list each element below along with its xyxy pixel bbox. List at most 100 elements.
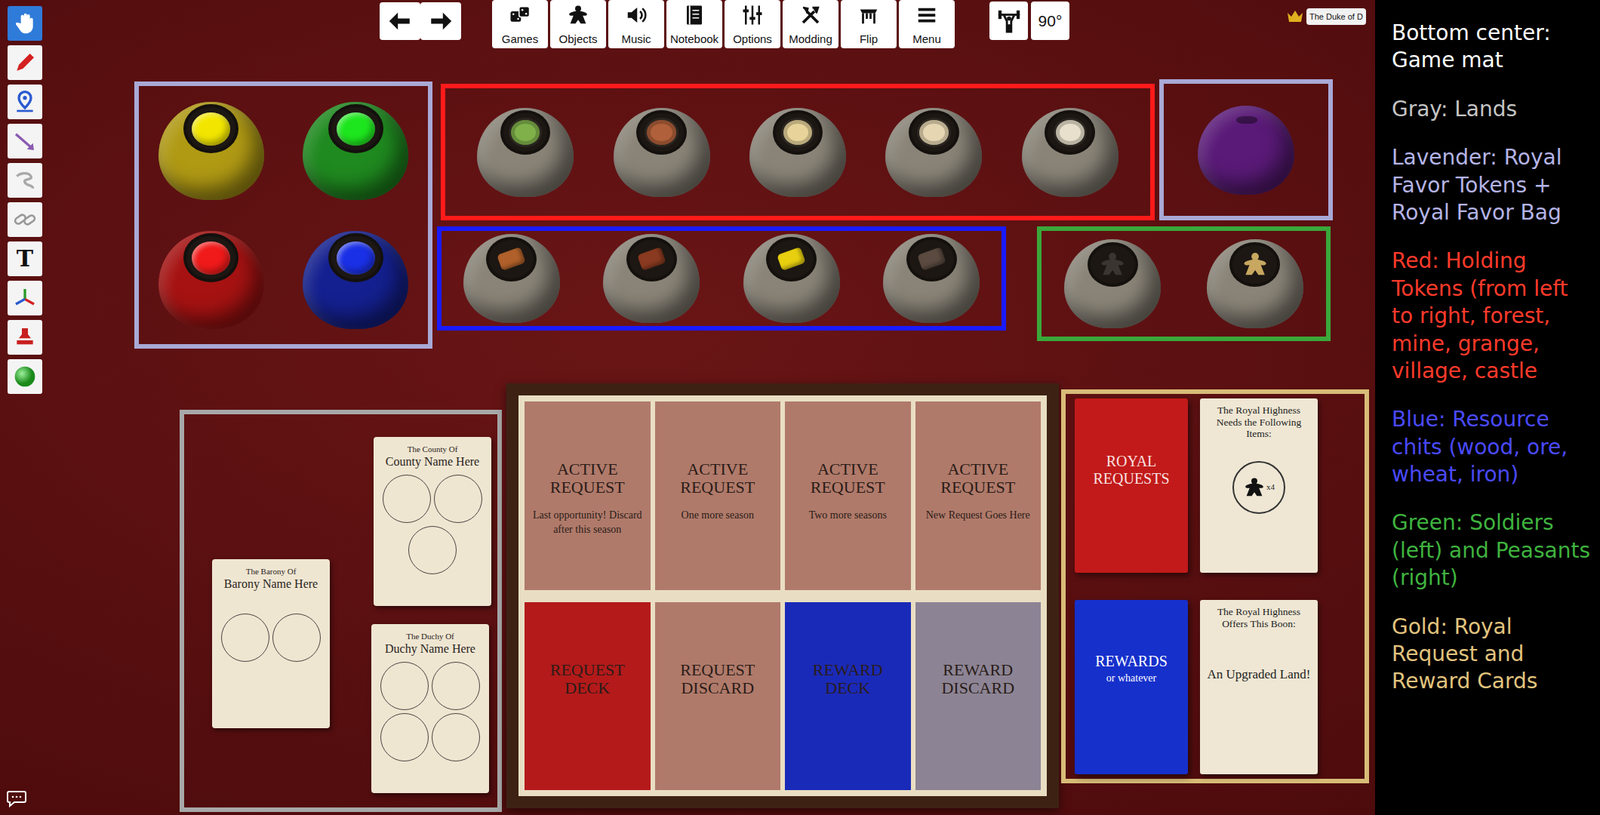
bag[interactable]: [302, 101, 409, 200]
bag-group: [440, 83, 1155, 221]
tool-button[interactable]: [7, 280, 43, 316]
land-slot[interactable]: [272, 613, 321, 662]
bag-mouth: [1044, 110, 1096, 155]
mat-slot-note: One more season: [662, 508, 774, 523]
mat-slot-title: ACTIVE REQUEST: [923, 460, 1034, 497]
land-slot[interactable]: [382, 474, 431, 524]
deck-title: ROYAL REQUESTS: [1080, 452, 1182, 488]
item-slot: x4: [1232, 461, 1286, 514]
menu-button[interactable]: Objects: [550, 0, 607, 49]
menu-button[interactable]: Options: [724, 0, 781, 49]
bag-group: [436, 226, 1007, 331]
gesture-icon: [12, 168, 37, 193]
land-slot[interactable]: [408, 526, 457, 575]
bag[interactable]: [302, 230, 409, 330]
token[interactable]: [336, 241, 376, 275]
menu-button[interactable]: Menu: [898, 0, 955, 49]
mat-slot[interactable]: REQUEST DECK: [524, 602, 651, 791]
tool-button[interactable]: [7, 320, 43, 355]
land-card[interactable]: The Duchy OfDuchy Name Here: [371, 624, 490, 794]
resource-chit[interactable]: [636, 246, 666, 271]
bag[interactable]: [1021, 107, 1119, 197]
mat-slot-title: REWARD DECK: [792, 661, 904, 698]
token[interactable]: [336, 112, 376, 146]
token[interactable]: [644, 117, 678, 148]
card-header: The Royal Highness Offers This Boon:: [1204, 606, 1314, 630]
mat-slot[interactable]: ACTIVE REQUESTTwo more seasons: [784, 401, 911, 591]
menu-button[interactable]: Modding: [782, 0, 839, 49]
reward-deck[interactable]: REWARDSor whatever: [1074, 600, 1188, 775]
bag[interactable]: [158, 101, 265, 200]
token[interactable]: [508, 117, 542, 148]
land-slot[interactable]: [380, 661, 429, 711]
bag[interactable]: [1206, 239, 1304, 329]
tool-button[interactable]: [7, 84, 43, 120]
reward-card[interactable]: The Royal Highness Offers This Boon:An U…: [1200, 600, 1318, 775]
bag[interactable]: [158, 230, 265, 330]
land-card[interactable]: The County OfCounty Name Here: [373, 436, 492, 607]
mat-slot[interactable]: ACTIVE REQUESTNew Request Goes Here: [915, 401, 1042, 591]
land-slot[interactable]: [380, 713, 429, 762]
legend-item: Bottom center: Game mat: [1391, 19, 1594, 75]
tool-button[interactable]: [7, 6, 43, 41]
undo-button[interactable]: [379, 2, 421, 40]
rotation-button[interactable]: 90°: [1030, 1, 1070, 40]
player-badge[interactable]: The Duke of D: [1286, 7, 1367, 26]
token[interactable]: [191, 241, 231, 275]
ball-icon: [12, 364, 37, 389]
bag[interactable]: [1064, 239, 1161, 329]
token[interactable]: [1053, 117, 1087, 148]
land-slot[interactable]: [431, 713, 480, 762]
token[interactable]: [916, 117, 951, 148]
resource-chit[interactable]: [916, 246, 946, 271]
bag[interactable]: [749, 107, 847, 197]
bag[interactable]: [1197, 105, 1295, 195]
tool-button[interactable]: [7, 123, 43, 159]
land-slot[interactable]: [221, 613, 270, 662]
tool-button[interactable]: [7, 359, 43, 394]
bag-mouth: [328, 104, 384, 154]
tool-button[interactable]: [7, 163, 43, 198]
bag[interactable]: [743, 233, 840, 324]
bag[interactable]: [476, 107, 574, 197]
token[interactable]: [781, 117, 815, 148]
mat-slot[interactable]: REQUEST DISCARD: [655, 602, 782, 791]
redo-button[interactable]: [420, 2, 462, 40]
resource-chit[interactable]: [776, 246, 806, 271]
bag[interactable]: [883, 233, 980, 324]
bag[interactable]: [613, 107, 711, 197]
land-slot[interactable]: [431, 661, 480, 711]
meeple-icon: [566, 3, 590, 27]
mat-slot[interactable]: REWARD DECK: [784, 602, 911, 791]
chat-button[interactable]: [6, 789, 28, 808]
land-card[interactable]: The Barony OfBarony Name Here: [212, 559, 330, 729]
menu-icon: [915, 3, 939, 27]
tool-button[interactable]: T: [7, 241, 43, 277]
token[interactable]: [191, 112, 231, 146]
resource-chit[interactable]: [496, 246, 526, 271]
physics-button[interactable]: [989, 1, 1028, 40]
royal-request-card[interactable]: The Royal Highness Needs the Following I…: [1200, 398, 1318, 573]
royal-request-deck[interactable]: ROYAL REQUESTS: [1074, 398, 1188, 573]
menu-button[interactable]: Notebook: [666, 0, 723, 49]
menu-button-label: Modding: [788, 33, 833, 47]
speaker-icon: [624, 3, 648, 27]
game-mat: ACTIVE REQUESTLast opportunity! Discard …: [506, 383, 1059, 809]
tool-button[interactable]: [7, 45, 43, 80]
bag-group: [1036, 226, 1331, 342]
mat-slot[interactable]: REWARD DISCARD: [915, 602, 1042, 791]
menu-button[interactable]: Flip: [840, 0, 897, 49]
bag[interactable]: [603, 233, 700, 324]
menu-button[interactable]: Games: [492, 0, 548, 49]
tool-button[interactable]: [7, 202, 43, 237]
bag[interactable]: [463, 233, 560, 324]
menu-button[interactable]: Music: [608, 0, 665, 49]
land-slot[interactable]: [433, 474, 483, 524]
mat-slot[interactable]: ACTIVE REQUESTOne more season: [655, 401, 782, 591]
menu-button-label: Flip: [859, 33, 878, 47]
bag-group: [134, 81, 433, 349]
legend-item: Green: Soldiers (left) and Peasants (rig…: [1391, 509, 1594, 592]
sliders-icon: [741, 3, 764, 27]
bag[interactable]: [885, 107, 982, 197]
mat-slot[interactable]: ACTIVE REQUESTLast opportunity! Discard …: [524, 401, 651, 591]
